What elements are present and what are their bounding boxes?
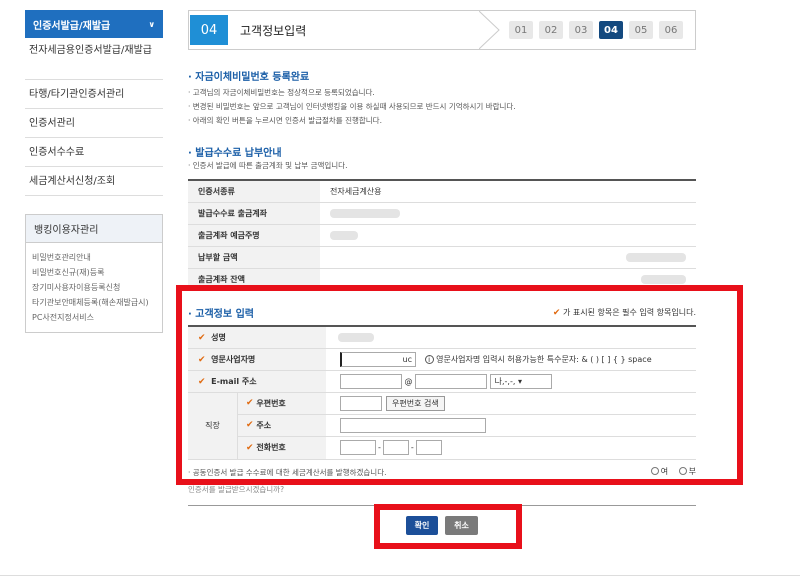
sidebar-item-cert-issue[interactable]: 인증서발급/재발급 ∨ [25, 10, 163, 38]
step-pill-01: 01 [509, 21, 533, 39]
step-header: 04 고객정보입력 01 02 03 04 05 06 [188, 10, 696, 50]
table-row: 출금계좌 예금주명 [188, 224, 696, 247]
masked-value [626, 252, 686, 262]
sub-item-security-media[interactable]: 타기관보안매체등록(해손재발급시) [32, 297, 156, 308]
password-notes: 고객님의 자금이체비밀번호는 정상적으로 등록되었습니다. 변경된 비밀번호는 … [188, 86, 696, 128]
sidebar: 인증서발급/재발급 ∨ 전자세금용인증서발급/재발급 타행/타기관인증서관리 인… [25, 10, 163, 333]
fee-label: 납부할 금액 [188, 246, 320, 269]
sidebar-item-tax-invoice[interactable]: 세금계산서신청/조회 [25, 167, 163, 196]
fee-value: 전자세금계산용 [320, 180, 696, 203]
sidebar-item-other-bank-cert[interactable]: 타행/타기관인증서관리 [25, 80, 163, 109]
sub-item-password-guide[interactable]: 비밀번호관리안내 [32, 252, 156, 263]
page-title: 고객정보입력 [240, 23, 307, 38]
sub-item-password-register[interactable]: 비밀번호신규(재)등록 [32, 267, 156, 278]
sidebar-item-label: 인증서발급/재발급 [33, 20, 111, 32]
step-pill-04: 04 [599, 21, 623, 39]
masked-value [641, 274, 686, 284]
step-pill-06: 06 [659, 21, 683, 39]
fee-label: 인증서종류 [188, 180, 320, 203]
password-note: 변경된 비밀번호는 앞으로 고객님이 인터넷뱅킹을 이용 하실때 사용되므로 반… [188, 100, 696, 114]
fee-label: 출금계좌 예금주명 [188, 224, 320, 247]
password-note: 고객님의 자금이체비밀번호는 정상적으로 등록되었습니다. [188, 86, 696, 100]
step-pill-02: 02 [539, 21, 563, 39]
masked-value [330, 230, 358, 240]
step-pill-03: 03 [569, 21, 593, 39]
table-row: 인증서종류 전자세금계산용 [188, 180, 696, 203]
fee-value-masked [320, 246, 696, 269]
sidebar-item-cert-fee[interactable]: 인증서수수료 [25, 138, 163, 167]
step-indicator: 01 02 03 04 05 06 [509, 21, 683, 39]
confirm-question: 인증서를 발급받으시겠습니까? [188, 484, 285, 494]
sub-item-pc-designate[interactable]: PC사전지정서비스 [32, 312, 156, 323]
step-arrow-icon [479, 11, 500, 49]
sub-item-dormant-register[interactable]: 장기미사용자이용등록신청 [32, 282, 156, 293]
chevron-down-icon: ∨ [148, 19, 156, 29]
fee-label: 발급수수료 출금계좌 [188, 202, 320, 225]
step-pill-05: 05 [629, 21, 653, 39]
table-row: 발급수수료 출금계좌 [188, 202, 696, 225]
sidebar-item-etax-cert[interactable]: 전자세금용인증서발급/재발급 [25, 38, 163, 80]
fee-value-masked [320, 202, 696, 225]
sidebar-item-cert-manage[interactable]: 인증서관리 [25, 109, 163, 138]
banking-user-box: 뱅킹이용자관리 비밀번호관리안내 비밀번호신규(재)등록 장기미사용자이용등록신… [25, 214, 163, 333]
highlight-box-customer-info [176, 285, 743, 485]
banking-user-box-title: 뱅킹이용자관리 [26, 215, 162, 243]
fee-section-title: 발급수수료 납부안내 [188, 144, 696, 159]
masked-value [330, 208, 400, 218]
step-number: 04 [190, 15, 228, 45]
fee-table: 인증서종류 전자세금계산용 발급수수료 출금계좌 출금계좌 예금주명 납부할 금… [188, 179, 696, 291]
fee-value-masked [320, 224, 696, 247]
banking-user-sublist: 비밀번호관리안내 비밀번호신규(재)등록 장기미사용자이용등록신청 타기관보안매… [26, 243, 162, 332]
highlight-box-buttons [374, 504, 522, 549]
fee-note: 인증서 발급에 따른 출금계좌 및 납부 금액입니다. [188, 159, 696, 173]
table-row: 납부할 금액 [188, 246, 696, 269]
password-note: 아래의 확인 버튼을 누르시면 인증서 발급절차를 진행합니다. [188, 114, 696, 128]
password-section-title: 자금이체비밀번호 등록완료 [188, 68, 696, 83]
main-content: 04 고객정보입력 01 02 03 04 05 06 자금이체비밀번호 등록완… [188, 10, 696, 291]
footer-divider [0, 575, 800, 576]
